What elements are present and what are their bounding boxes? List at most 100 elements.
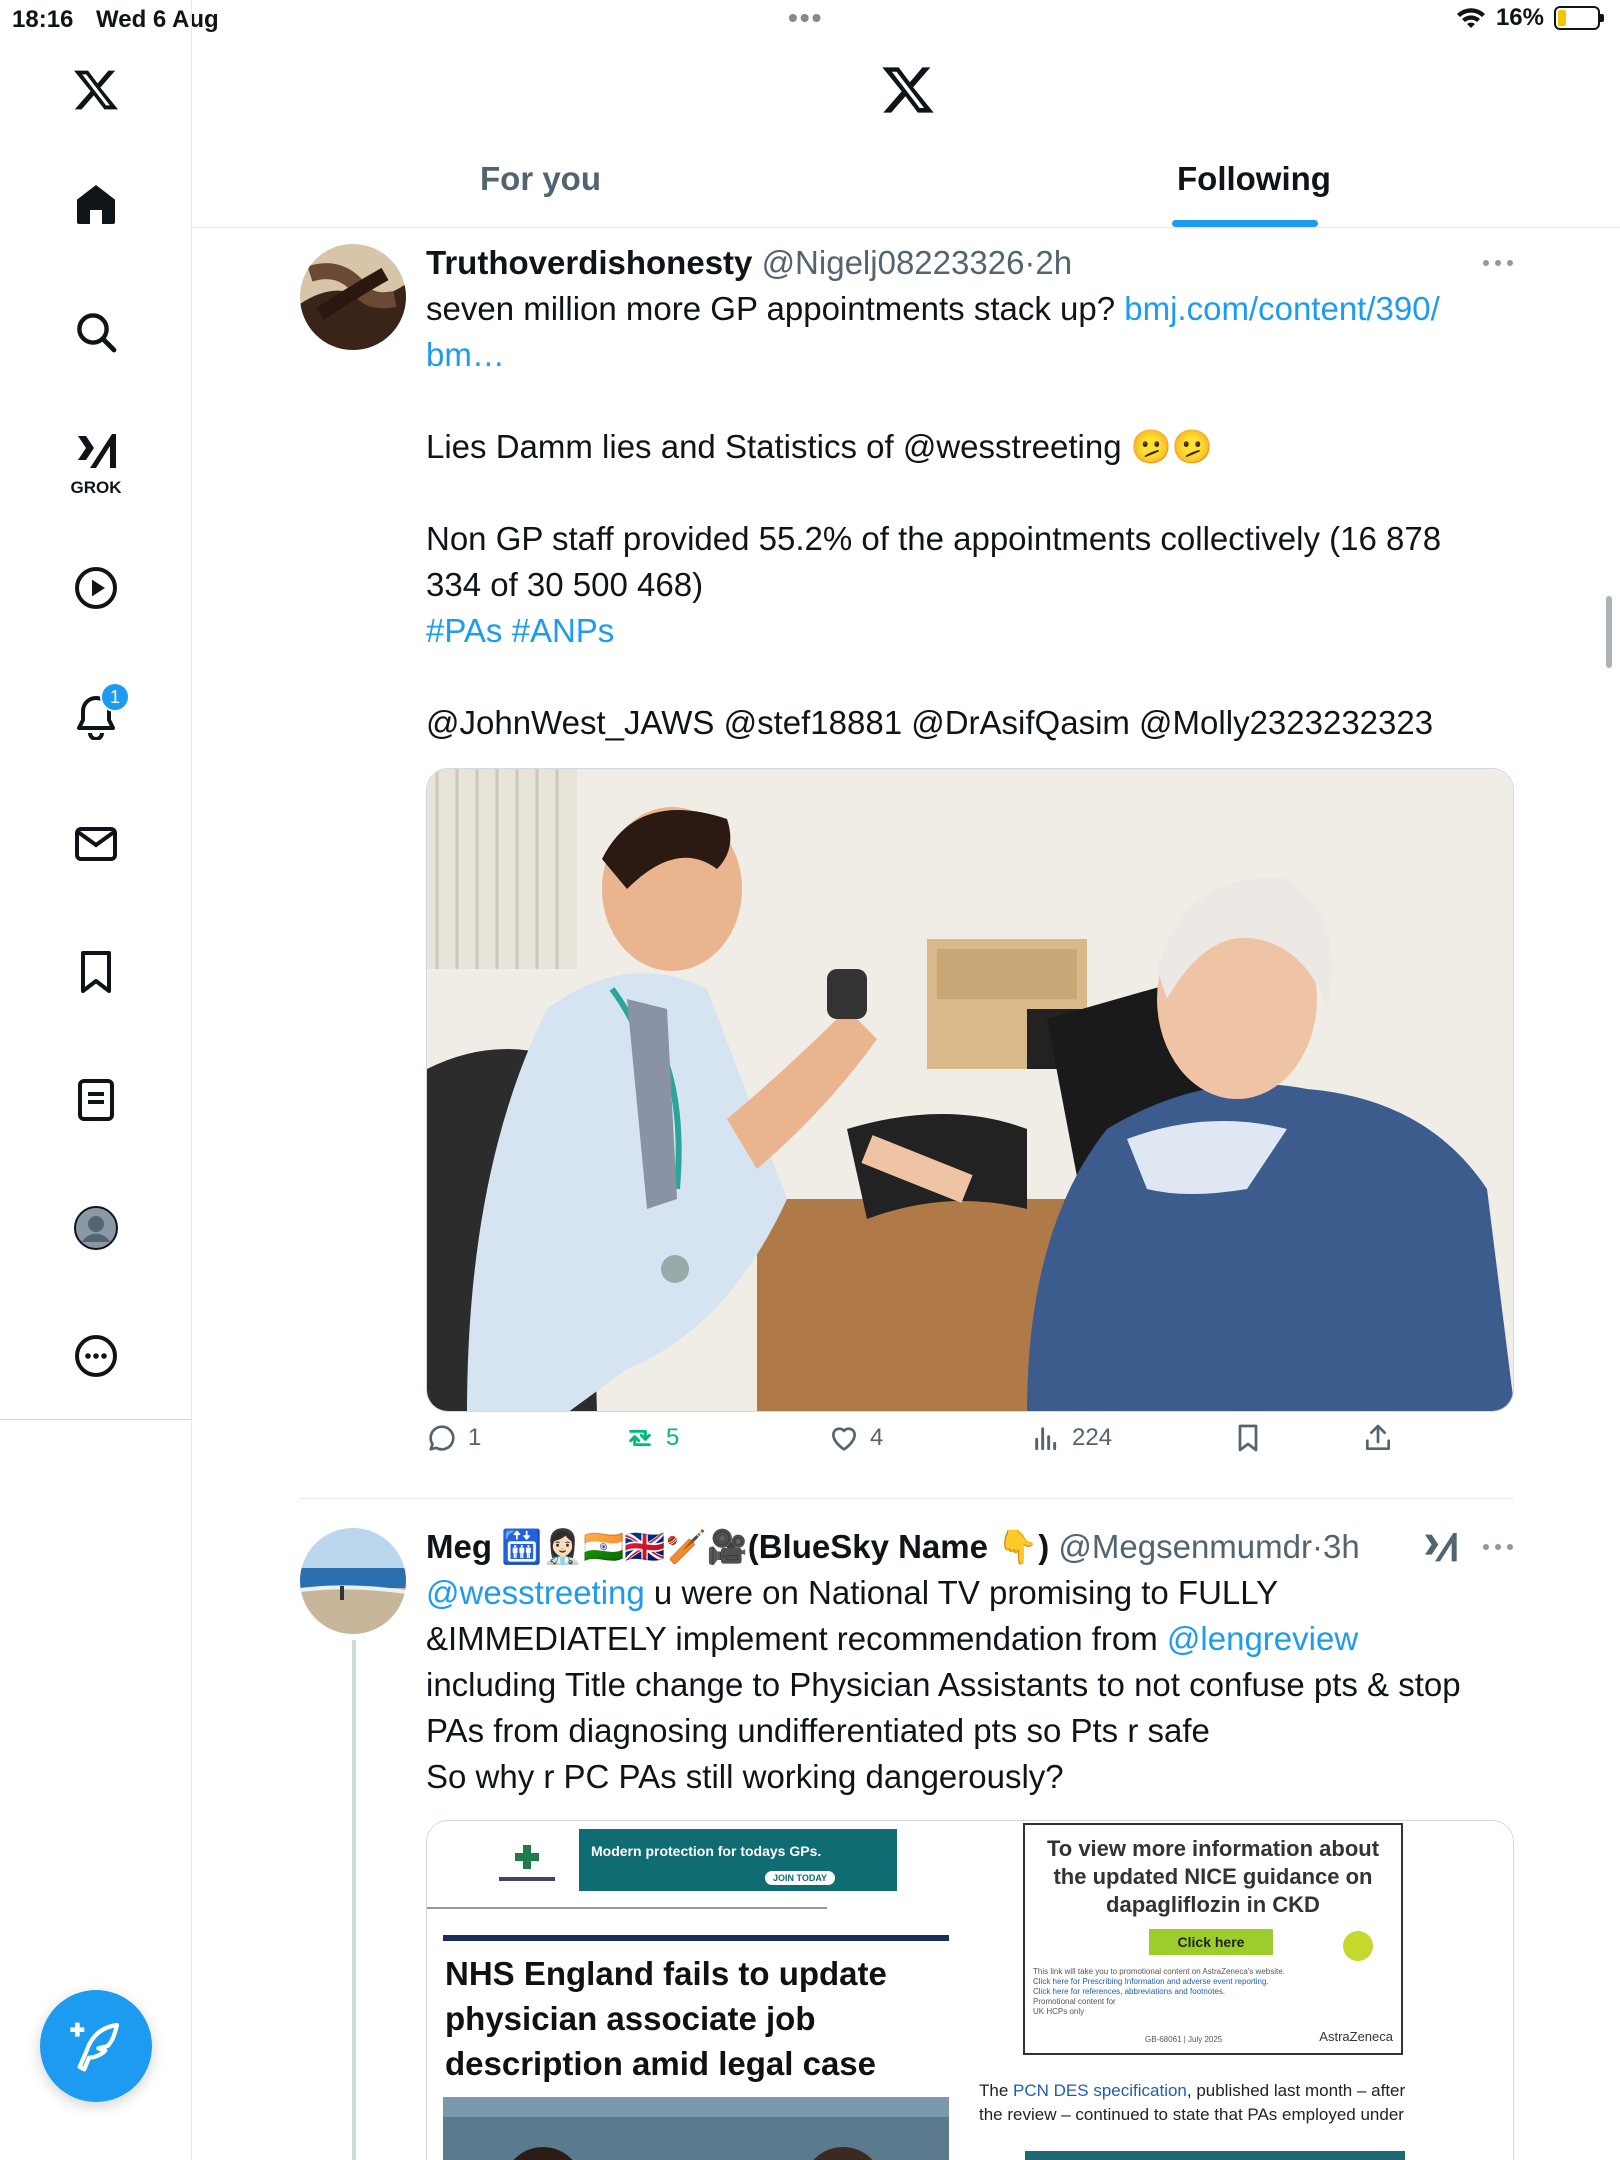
profile-icon[interactable]	[68, 1200, 124, 1256]
tweet[interactable]: Meg 🛗👩🏻‍⚕️🇮🇳🇬🇧🏏🎥(BlueSky Name 👇) @Megsen…	[300, 1528, 1514, 2160]
grok-label: GROK	[70, 478, 122, 497]
more-icon[interactable]	[1482, 258, 1514, 268]
ad-code: GB-68061 | July 2025	[1145, 2035, 1223, 2044]
timeline-header: For you Following	[192, 40, 1620, 228]
mds-logo-icon	[497, 1843, 557, 1883]
status-bar: 18:16 Wed 6 Aug ••• 16%	[0, 0, 1620, 40]
like-button[interactable]: 4	[828, 1422, 883, 1454]
mentions[interactable]: @JohnWest_JAWS @stef18881 @DrAsifQasim @…	[426, 700, 1516, 746]
user-handle[interactable]: @Nigelj08223326	[762, 244, 1025, 281]
tweet-text-line: PAs from diagnosing undifferentiated pts…	[426, 1712, 1210, 1749]
x-logo-icon[interactable]	[68, 62, 124, 118]
reply-icon	[429, 1425, 455, 1451]
grok-explain-icon[interactable]	[1420, 1528, 1460, 1568]
mention[interactable]: @wesstreeting	[426, 1574, 645, 1611]
tweet[interactable]: Truthoverdishonesty @Nigelj08223326·2h s…	[300, 244, 1514, 1464]
views-count: 224	[1072, 1424, 1113, 1451]
ad-small-line: Promotional content for UK HCPs only	[1033, 1997, 1116, 2016]
tweet-text-line: Non GP staff provided 55.2% of the appoi…	[426, 520, 1442, 557]
tweet-text-line: u were on National TV promising to FULLY	[644, 1574, 1279, 1611]
more-options-icon[interactable]	[68, 1328, 124, 1384]
ad-small-line[interactable]: Click here for references, abbreviations…	[1033, 1987, 1333, 1997]
tweet-text-line: So why r PC PAs still working dangerousl…	[426, 1758, 1064, 1795]
article-body-text: The	[979, 2081, 1014, 2100]
ad-banner-text: Modern protection for todays GPs.	[591, 1843, 822, 1859]
compose-post-button[interactable]	[40, 1990, 152, 2102]
battery-percentage: 16%	[1495, 4, 1544, 31]
ad-banner[interactable]: Modern protection for todays GPs. JOIN T…	[579, 1829, 897, 1891]
share-icon	[1366, 1424, 1390, 1450]
tweet-image[interactable]: Modern protection for todays GPs. JOIN T…	[426, 1820, 1514, 2160]
tweet-text: seven million more GP appointments stack…	[426, 286, 1516, 746]
tweet-text-line: &IMMEDIATELY implement recommendation fr…	[426, 1620, 1167, 1657]
sidebar-border	[191, 1420, 192, 2160]
display-name[interactable]: Meg 🛗👩🏻‍⚕️🇮🇳🇬🇧🏏🎥(BlueSky Name 👇)	[426, 1528, 1049, 1565]
article-body-text: , published last month – after	[1186, 2081, 1406, 2100]
reply-button[interactable]: 1	[426, 1422, 481, 1454]
tweet-link[interactable]: bmj.com/content/390/	[1124, 290, 1440, 327]
ad-small-line: This link will take you to promotional c…	[1033, 1967, 1285, 1976]
user-handle[interactable]: @Megsenmumdr	[1058, 1528, 1312, 1565]
retweet-icon	[629, 1429, 651, 1447]
x-header-logo-icon[interactable]	[880, 62, 936, 123]
compose-feather-icon	[70, 2022, 120, 2072]
tab-following[interactable]: Following	[1177, 160, 1331, 198]
ad-small-line[interactable]: Click here for Prescribing Information a…	[1033, 1977, 1333, 1987]
astrazeneca-logo: AstraZeneca	[1319, 2029, 1393, 2044]
tweet-text-line: seven million more GP appointments stack…	[426, 290, 1125, 327]
notifications-icon[interactable]: 1	[68, 682, 130, 744]
bookmark-icon	[1238, 1424, 1258, 1452]
messages-icon[interactable]	[68, 816, 124, 872]
reply-count: 1	[468, 1424, 482, 1451]
article-image-strip	[1025, 2151, 1405, 2160]
tweet-link-continued[interactable]: bm…	[426, 336, 505, 373]
article-photo	[443, 2097, 949, 2160]
views-button[interactable]: 224	[1030, 1422, 1112, 1454]
tweet-image[interactable]	[426, 768, 1514, 1412]
mention[interactable]: @lengreview	[1167, 1620, 1358, 1657]
display-name[interactable]: Truthoverdishonesty	[426, 244, 752, 281]
article-body-link[interactable]: PCN DES specification	[1013, 2081, 1187, 2100]
article-headline: NHS England fails to update physician as…	[445, 1955, 887, 2082]
scrollbar[interactable]	[1606, 596, 1612, 668]
avatar[interactable]	[300, 244, 406, 350]
bookmark-button[interactable]	[1232, 1422, 1264, 1454]
tweet-time[interactable]: 2h	[1035, 244, 1072, 281]
more-icon[interactable]	[1482, 1542, 1514, 1552]
avatar[interactable]	[300, 1528, 406, 1634]
sidebar-nav: GROK 1	[0, 0, 192, 1420]
lists-icon[interactable]	[68, 1072, 124, 1128]
article-body-text: the review – continued to state that PAs…	[979, 2105, 1404, 2124]
ad-join-button[interactable]: JOIN TODAY	[765, 1871, 836, 1885]
hashtags[interactable]: #PAs #ANPs	[426, 608, 1516, 654]
grok-icon[interactable]	[68, 424, 124, 480]
tweet-text: @wesstreeting u were on National TV prom…	[426, 1570, 1516, 1800]
video-icon[interactable]	[68, 560, 124, 616]
tweet-text-line: including Title change to Physician Assi…	[426, 1666, 1461, 1703]
tweet-time[interactable]: 3h	[1323, 1528, 1360, 1565]
article-rule	[427, 1907, 827, 1909]
retweet-button[interactable]: 5	[624, 1422, 679, 1454]
home-icon[interactable]	[68, 176, 124, 232]
retweet-count: 5	[666, 1424, 680, 1451]
tweet-text-line: 334 of 30 500 468)	[426, 566, 704, 603]
headline-rule	[443, 1935, 949, 1941]
separator: ·	[1311, 1528, 1323, 1565]
multitasking-dots-icon[interactable]: •••	[788, 2, 823, 34]
battery-icon	[1554, 6, 1604, 30]
tweet-text-line: Lies Damm lies and Statistics of @wesstr…	[426, 428, 1213, 465]
search-icon[interactable]	[68, 304, 124, 360]
tweet-divider	[300, 1498, 1514, 1499]
ad-headline: To view more information about the updat…	[1046, 1836, 1380, 1917]
doctor-patient-photo	[427, 769, 1513, 1411]
bookmarks-icon[interactable]	[68, 944, 124, 1000]
tab-for-you[interactable]: For you	[480, 160, 601, 198]
tweet-header: Truthoverdishonesty @Nigelj08223326·2h	[426, 244, 1072, 282]
ad-click-here-button[interactable]: Click here	[1149, 1929, 1273, 1955]
article-screenshot: Modern protection for todays GPs. JOIN T…	[427, 1821, 967, 2160]
wifi-icon	[1456, 8, 1485, 28]
article-body: The PCN DES specification, published las…	[979, 2079, 1509, 2127]
share-button[interactable]	[1362, 1422, 1394, 1454]
astrazeneca-ad[interactable]: To view more information about the updat…	[1023, 1823, 1403, 2055]
tweet-actions: 1 5 4 224	[426, 1422, 1426, 1462]
